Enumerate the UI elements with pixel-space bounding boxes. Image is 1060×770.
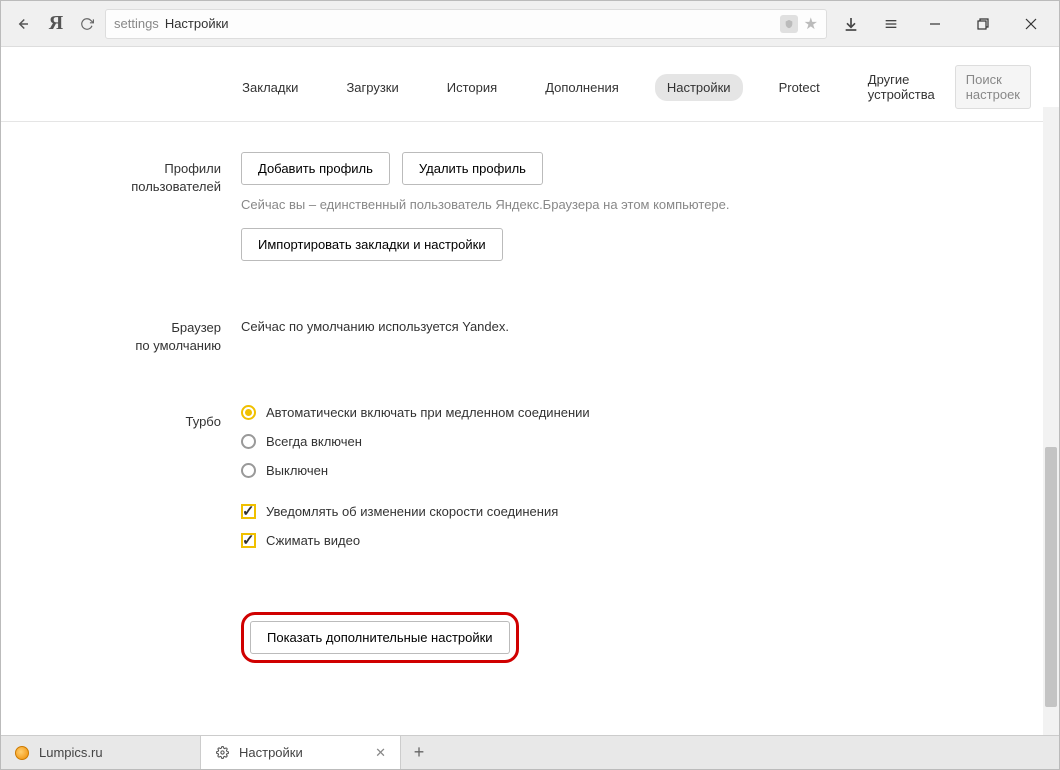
profiles-hint: Сейчас вы – единственный пользователь Ян… [241, 197, 1019, 212]
settings-tabs-row: Закладки Загрузки История Дополнения Нас… [1, 47, 1059, 122]
shield-icon[interactable] [780, 15, 798, 33]
show-advanced-settings-button[interactable]: Показать дополнительные настройки [250, 621, 510, 654]
radio-icon [241, 434, 256, 449]
radio-label: Автоматически включать при медленном сое… [266, 405, 590, 420]
new-tab-button[interactable]: + [401, 736, 437, 769]
favicon-orange-icon [15, 746, 29, 760]
settings-search-input[interactable]: Поиск настроек [955, 65, 1031, 109]
omnibox[interactable]: settings Настройки ★ [105, 9, 827, 39]
yandex-logo[interactable]: Я [43, 11, 69, 37]
radio-label: Выключен [266, 463, 328, 478]
bookmark-star-icon[interactable]: ★ [804, 14, 818, 34]
scrollbar-thumb[interactable] [1045, 447, 1057, 707]
section-profiles-label: Профили пользователей [41, 152, 241, 261]
turbo-radio-auto[interactable]: Автоматически включать при медленном сое… [241, 405, 1019, 420]
section-turbo-label: Турбо [41, 405, 241, 562]
tab-addons[interactable]: Дополнения [533, 74, 631, 101]
add-profile-button[interactable]: Добавить профиль [241, 152, 390, 185]
turbo-check-compress-video[interactable]: Сжимать видео [241, 533, 1019, 548]
window-minimize-button[interactable] [915, 10, 955, 38]
turbo-check-notify[interactable]: Уведомлять об изменении скорости соедине… [241, 504, 1019, 519]
tab-settings[interactable]: Настройки [655, 74, 743, 101]
label-line: пользователей [41, 178, 221, 196]
highlight-annotation: Показать дополнительные настройки [241, 612, 519, 663]
checkbox-icon [241, 504, 256, 519]
checkbox-label: Сжимать видео [266, 533, 360, 548]
browser-tab-settings[interactable]: Настройки ✕ [201, 736, 401, 769]
downloads-icon[interactable] [835, 8, 867, 40]
browser-tab-lumpics[interactable]: Lumpics.ru [1, 736, 201, 769]
content-area: Закладки Загрузки История Дополнения Нас… [1, 47, 1059, 735]
section-profiles: Профили пользователей Добавить профиль У… [41, 152, 1019, 261]
omnibox-prefix: settings [114, 16, 159, 31]
nav-back-button[interactable] [9, 11, 35, 37]
turbo-radio-off[interactable]: Выключен [241, 463, 1019, 478]
menu-icon[interactable] [875, 8, 907, 40]
vertical-scrollbar[interactable] [1043, 107, 1059, 735]
delete-profile-button[interactable]: Удалить профиль [402, 152, 543, 185]
label-line: Браузер [41, 319, 221, 337]
label-line: по умолчанию [41, 337, 221, 355]
label-line: Профили [41, 160, 221, 178]
tab-protect[interactable]: Protect [767, 74, 832, 101]
tab-close-icon[interactable]: ✕ [375, 745, 386, 761]
gear-icon [215, 746, 229, 760]
window-close-button[interactable] [1011, 10, 1051, 38]
checkbox-label: Уведомлять об изменении скорости соедине… [266, 504, 558, 519]
tab-title: Lumpics.ru [39, 745, 103, 760]
section-default-browser: Браузер по умолчанию Сейчас по умолчанию… [41, 311, 1019, 355]
radio-label: Всегда включен [266, 434, 362, 449]
radio-icon [241, 463, 256, 478]
import-bookmarks-button[interactable]: Импортировать закладки и настройки [241, 228, 503, 261]
reload-button[interactable] [77, 14, 97, 34]
tab-downloads[interactable]: Загрузки [334, 74, 410, 101]
titlebar: Я settings Настройки ★ [1, 1, 1059, 47]
tab-other-devices[interactable]: Другие устройства [856, 66, 947, 108]
window-maximize-button[interactable] [963, 10, 1003, 38]
default-browser-text: Сейчас по умолчанию используется Yandex. [241, 311, 1019, 334]
omnibox-title: Настройки [165, 16, 229, 31]
tab-title: Настройки [239, 745, 303, 760]
radio-icon [241, 405, 256, 420]
section-default-browser-label: Браузер по умолчанию [41, 311, 241, 355]
tab-bookmarks[interactable]: Закладки [230, 74, 310, 101]
section-turbo: Турбо Автоматически включать при медленн… [41, 405, 1019, 562]
checkbox-icon [241, 533, 256, 548]
turbo-radio-always[interactable]: Всегда включен [241, 434, 1019, 449]
tab-history[interactable]: История [435, 74, 509, 101]
bottom-tab-strip: Lumpics.ru Настройки ✕ + [1, 735, 1059, 769]
